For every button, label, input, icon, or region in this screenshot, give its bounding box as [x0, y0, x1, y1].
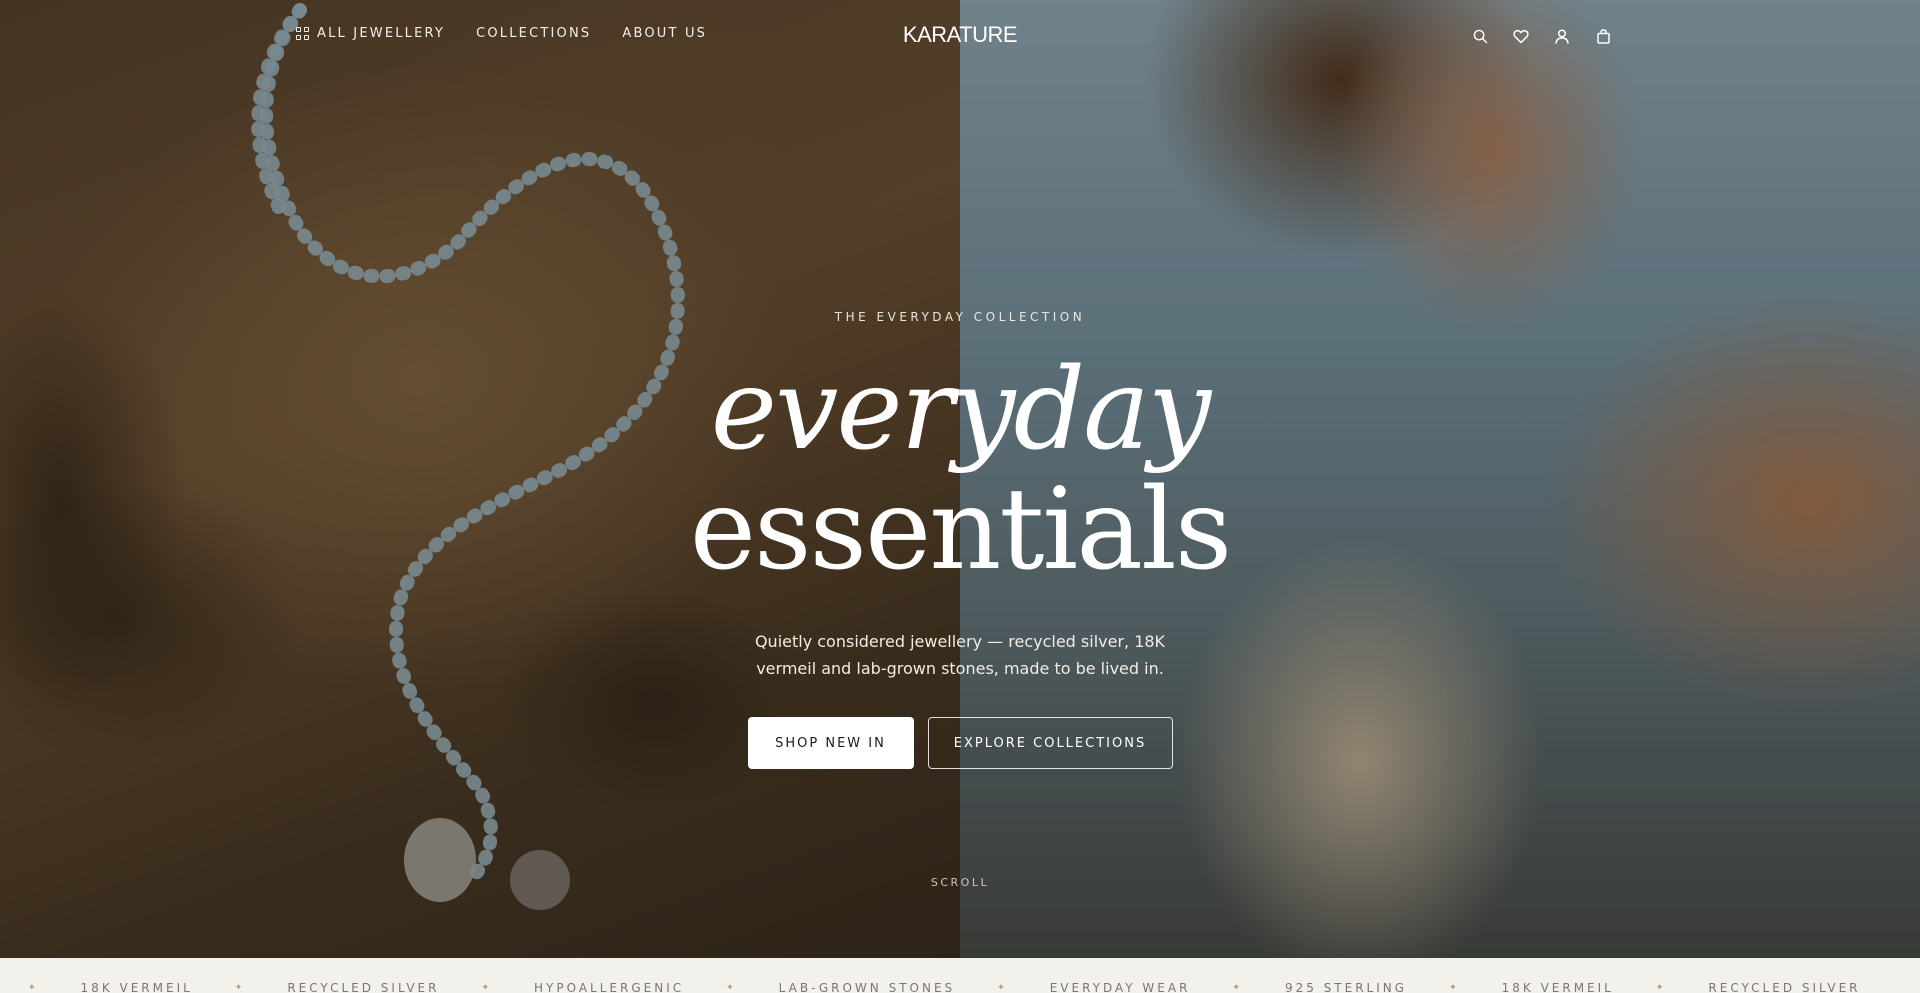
- hero-subcopy-wrapper: Quietly considered jewellery — recycled …: [0, 628, 1920, 682]
- ticker-item-label: 18K VERMEIL: [1501, 981, 1614, 993]
- ticker-item: ✦ 18K VERMEIL: [1407, 981, 1614, 993]
- nav-all-jewellery[interactable]: ALL JEWELLERY: [296, 26, 445, 41]
- hero-subcopy: Quietly considered jewellery — recycled …: [754, 632, 1166, 678]
- hero-banner: ALL JEWELLERY COLLECTIONS ABOUT US KARAT…: [0, 0, 1920, 958]
- utility-nav: [1470, 26, 1613, 46]
- ticker-item: ✦ RECYCLED SILVER: [193, 981, 440, 993]
- hero-eyebrow: THE EVERYDAY COLLECTION: [834, 310, 1086, 324]
- star-icon: ✦: [1449, 983, 1460, 993]
- ticker-item-label: 925 STERLING: [1284, 981, 1408, 993]
- nav-about-us[interactable]: ABOUT US: [622, 26, 707, 41]
- brand-logo[interactable]: KARATURE: [903, 22, 1018, 47]
- ticker-item-label: RECYCLED SILVER: [1708, 981, 1861, 993]
- star-icon: ✦: [234, 983, 246, 993]
- search-icon[interactable]: [1470, 26, 1490, 46]
- star-icon: ✦: [726, 983, 737, 993]
- ticker-item-label: RECYCLED SILVER: [287, 981, 440, 993]
- star-icon: ✦: [1655, 983, 1667, 993]
- ticker-item: ✦ 925 STERLING: [1190, 981, 1407, 993]
- ticker-item-label: EVERYDAY WEAR: [1049, 981, 1191, 993]
- ticker-item-label: HYPOALLERGENIC: [534, 981, 685, 993]
- ticker-item: ✦ EVERYDAY WEAR: [955, 981, 1190, 993]
- ticker-item: ✦ LAB-GROWN STONES: [684, 981, 955, 993]
- ticker-item: ✦ RECYCLED SILVER: [1614, 981, 1861, 993]
- primary-nav: ALL JEWELLERY COLLECTIONS ABOUT US: [296, 26, 707, 41]
- hero-headline-line2: essentials: [689, 465, 1233, 595]
- explore-collections-button[interactable]: EXPLORE COLLECTIONS: [927, 717, 1173, 769]
- shopping-bag-icon[interactable]: [1593, 26, 1613, 46]
- grid-icon: [296, 27, 309, 40]
- nav-all-jewellery-label: ALL JEWELLERY: [317, 26, 446, 41]
- heart-icon[interactable]: [1511, 26, 1531, 46]
- nav-collections[interactable]: COLLECTIONS: [476, 26, 591, 41]
- ticker-item: ✦ 18K VERMEIL: [0, 981, 193, 993]
- hero-headline-line1: everyday: [710, 345, 1211, 475]
- hero-cta-group: SHOP NEW IN EXPLORE COLLECTIONS: [0, 717, 1920, 769]
- shop-new-in-button[interactable]: SHOP NEW IN: [747, 717, 914, 769]
- star-icon: ✦: [1232, 983, 1243, 993]
- user-icon[interactable]: [1552, 26, 1572, 46]
- ticker-item-label: 18K VERMEIL: [80, 981, 193, 993]
- star-icon: ✦: [481, 983, 493, 993]
- ticker-item-label: LAB-GROWN STONES: [778, 981, 956, 993]
- ticker-bar: ✦ 18K VERMEIL ✦ RECYCLED SILVER ✦ HYPOALLER…: [0, 958, 1920, 993]
- star-icon: ✦: [997, 983, 1008, 993]
- star-icon: ✦: [28, 983, 39, 993]
- ticker-item: ✦ HYPOALLERGENIC: [439, 981, 684, 993]
- ticker-track: ✦ 18K VERMEIL ✦ RECYCLED SILVER ✦ HYPOALLER…: [0, 981, 1861, 993]
- scroll-indicator[interactable]: SCROLL: [0, 876, 1920, 889]
